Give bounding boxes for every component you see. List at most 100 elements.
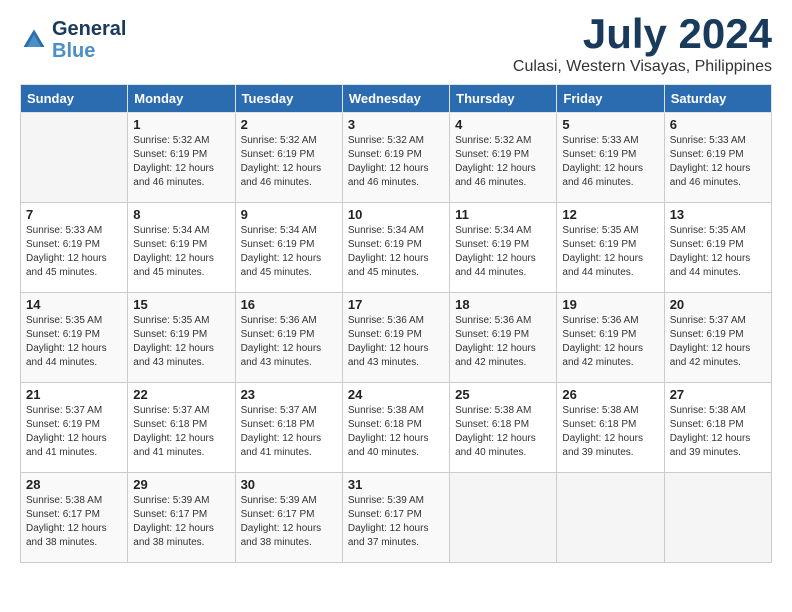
day-number: 3 [348, 117, 444, 132]
day-number: 21 [26, 387, 122, 402]
day-info: Sunrise: 5:36 AMSunset: 6:19 PMDaylight:… [241, 314, 337, 370]
day-info: Sunrise: 5:37 AMSunset: 6:18 PMDaylight:… [133, 404, 229, 460]
calendar-week-row: 7 Sunrise: 5:33 AMSunset: 6:19 PMDaylight… [21, 203, 772, 293]
day-info: Sunrise: 5:34 AMSunset: 6:19 PMDaylight:… [455, 224, 551, 280]
day-info: Sunrise: 5:35 AMSunset: 6:19 PMDaylight:… [26, 314, 122, 370]
calendar-day-cell: 9Sunrise: 5:34 AMSunset: 6:19 PMDaylight… [235, 203, 342, 293]
day-info: Sunrise: 5:38 AMSunset: 6:18 PMDaylight:… [348, 404, 444, 460]
calendar-day-cell: 23 Sunrise: 5:37 AMSunset: 6:18 PMDayligh… [235, 383, 342, 473]
header-area: General Blue July 2024 Culasi, Western V… [20, 10, 772, 76]
calendar-day-cell: 22 Sunrise: 5:37 AMSunset: 6:18 PMDayligh… [128, 383, 235, 473]
day-info: Sunrise: 5:36 AMSunset: 6:19 PMDaylight:… [455, 314, 551, 370]
day-number: 9 [241, 207, 337, 222]
calendar-day-cell: 6 Sunrise: 5:33 AMSunset: 6:19 PMDaylight… [664, 113, 771, 203]
day-number: 18 [455, 297, 551, 312]
day-info: Sunrise: 5:33 AMSunset: 6:19 PMDaylight:… [562, 134, 658, 190]
title-area: July 2024 Culasi, Western Visayas, Phili… [513, 10, 772, 76]
day-number: 13 [670, 207, 766, 222]
calendar-day-cell: 27 Sunrise: 5:38 AMSunset: 6:18 PMDayligh… [664, 383, 771, 473]
header-day: Thursday [450, 85, 557, 113]
header-day: Sunday [21, 85, 128, 113]
calendar-day-cell: 14 Sunrise: 5:35 AMSunset: 6:19 PMDayligh… [21, 293, 128, 383]
day-number: 14 [26, 297, 122, 312]
day-number: 23 [241, 387, 337, 402]
day-number: 31 [348, 477, 444, 492]
day-info: Sunrise: 5:32 AMSunset: 6:19 PMDaylight:… [241, 134, 337, 190]
day-number: 19 [562, 297, 658, 312]
day-number: 16 [241, 297, 337, 312]
day-info: Sunrise: 5:36 AMSunset: 6:19 PMDaylight:… [348, 314, 444, 370]
calendar-day-cell: 29Sunrise: 5:39 AMSunset: 6:17 PMDayligh… [128, 473, 235, 563]
header-day: Friday [557, 85, 664, 113]
day-info: Sunrise: 5:39 AMSunset: 6:17 PMDaylight:… [133, 494, 229, 550]
header-row: SundayMondayTuesdayWednesdayThursdayFrid… [21, 85, 772, 113]
calendar-day-cell: 20 Sunrise: 5:37 AMSunset: 6:19 PMDayligh… [664, 293, 771, 383]
calendar-week-row: 1 Sunrise: 5:32 AMSunset: 6:19 PMDaylight… [21, 113, 772, 203]
calendar-day-cell: 18 Sunrise: 5:36 AMSunset: 6:19 PMDayligh… [450, 293, 557, 383]
day-number: 17 [348, 297, 444, 312]
day-number: 25 [455, 387, 551, 402]
calendar-day-cell: 17 Sunrise: 5:36 AMSunset: 6:19 PMDayligh… [342, 293, 449, 383]
day-number: 6 [670, 117, 766, 132]
day-info: Sunrise: 5:38 AMSunset: 6:18 PMDaylight:… [670, 404, 766, 460]
day-info: Sunrise: 5:36 AMSunset: 6:19 PMDaylight:… [562, 314, 658, 370]
calendar-day-cell [21, 113, 128, 203]
day-info: Sunrise: 5:38 AMSunset: 6:17 PMDaylight:… [26, 494, 122, 550]
calendar-day-cell: 3 Sunrise: 5:32 AMSunset: 6:19 PMDaylight… [342, 113, 449, 203]
calendar-day-cell: 15 Sunrise: 5:35 AMSunset: 6:19 PMDayligh… [128, 293, 235, 383]
day-number: 30 [241, 477, 337, 492]
day-info: Sunrise: 5:33 AMSunset: 6:19 PMDaylight:… [26, 224, 122, 280]
calendar-day-cell: 24Sunrise: 5:38 AMSunset: 6:18 PMDayligh… [342, 383, 449, 473]
calendar-day-cell: 10 Sunrise: 5:34 AMSunset: 6:19 PMDayligh… [342, 203, 449, 293]
calendar-day-cell: 7 Sunrise: 5:33 AMSunset: 6:19 PMDaylight… [21, 203, 128, 293]
day-info: Sunrise: 5:32 AMSunset: 6:19 PMDaylight:… [455, 134, 551, 190]
day-number: 22 [133, 387, 229, 402]
day-info: Sunrise: 5:35 AMSunset: 6:19 PMDaylight:… [670, 224, 766, 280]
calendar-day-cell: 25Sunrise: 5:38 AMSunset: 6:18 PMDayligh… [450, 383, 557, 473]
day-number: 20 [670, 297, 766, 312]
day-info: Sunrise: 5:32 AMSunset: 6:19 PMDaylight:… [133, 134, 229, 190]
day-number: 7 [26, 207, 122, 222]
calendar-day-cell [557, 473, 664, 563]
day-number: 27 [670, 387, 766, 402]
day-number: 15 [133, 297, 229, 312]
day-info: Sunrise: 5:37 AMSunset: 6:18 PMDaylight:… [241, 404, 337, 460]
calendar-day-cell [664, 473, 771, 563]
calendar-day-cell: 1 Sunrise: 5:32 AMSunset: 6:19 PMDaylight… [128, 113, 235, 203]
calendar-day-cell [450, 473, 557, 563]
calendar-day-cell: 2Sunrise: 5:32 AMSunset: 6:19 PMDaylight… [235, 113, 342, 203]
calendar-day-cell: 13 Sunrise: 5:35 AMSunset: 6:19 PMDayligh… [664, 203, 771, 293]
day-info: Sunrise: 5:37 AMSunset: 6:19 PMDaylight:… [670, 314, 766, 370]
calendar-day-cell: 28 Sunrise: 5:38 AMSunset: 6:17 PMDayligh… [21, 473, 128, 563]
header-day: Monday [128, 85, 235, 113]
day-number: 12 [562, 207, 658, 222]
calendar-day-cell: 30Sunrise: 5:39 AMSunset: 6:17 PMDayligh… [235, 473, 342, 563]
day-number: 10 [348, 207, 444, 222]
day-info: Sunrise: 5:33 AMSunset: 6:19 PMDaylight:… [670, 134, 766, 190]
day-number: 26 [562, 387, 658, 402]
location-title: Culasi, Western Visayas, Philippines [513, 58, 772, 76]
day-info: Sunrise: 5:39 AMSunset: 6:17 PMDaylight:… [348, 494, 444, 550]
day-number: 28 [26, 477, 122, 492]
day-info: Sunrise: 5:38 AMSunset: 6:18 PMDaylight:… [562, 404, 658, 460]
calendar-day-cell: 4 Sunrise: 5:32 AMSunset: 6:19 PMDaylight… [450, 113, 557, 203]
day-number: 4 [455, 117, 551, 132]
calendar-day-cell: 16 Sunrise: 5:36 AMSunset: 6:19 PMDayligh… [235, 293, 342, 383]
day-number: 5 [562, 117, 658, 132]
calendar-day-cell: 31 Sunrise: 5:39 AMSunset: 6:17 PMDayligh… [342, 473, 449, 563]
header-day: Saturday [664, 85, 771, 113]
day-info: Sunrise: 5:35 AMSunset: 6:19 PMDaylight:… [133, 314, 229, 370]
calendar-week-row: 28 Sunrise: 5:38 AMSunset: 6:17 PMDayligh… [21, 473, 772, 563]
calendar-week-row: 14 Sunrise: 5:35 AMSunset: 6:19 PMDayligh… [21, 293, 772, 383]
day-info: Sunrise: 5:34 AMSunset: 6:19 PMDaylight:… [348, 224, 444, 280]
logo-icon [20, 26, 48, 54]
day-number: 8 [133, 207, 229, 222]
calendar-day-cell: 8 Sunrise: 5:34 AMSunset: 6:19 PMDaylight… [128, 203, 235, 293]
calendar-day-cell: 21 Sunrise: 5:37 AMSunset: 6:19 PMDayligh… [21, 383, 128, 473]
day-number: 11 [455, 207, 551, 222]
day-info: Sunrise: 5:34 AMSunset: 6:19 PMDaylight:… [133, 224, 229, 280]
day-number: 1 [133, 117, 229, 132]
day-info: Sunrise: 5:32 AMSunset: 6:19 PMDaylight:… [348, 134, 444, 190]
calendar-week-row: 21 Sunrise: 5:37 AMSunset: 6:19 PMDayligh… [21, 383, 772, 473]
day-info: Sunrise: 5:37 AMSunset: 6:19 PMDaylight:… [26, 404, 122, 460]
